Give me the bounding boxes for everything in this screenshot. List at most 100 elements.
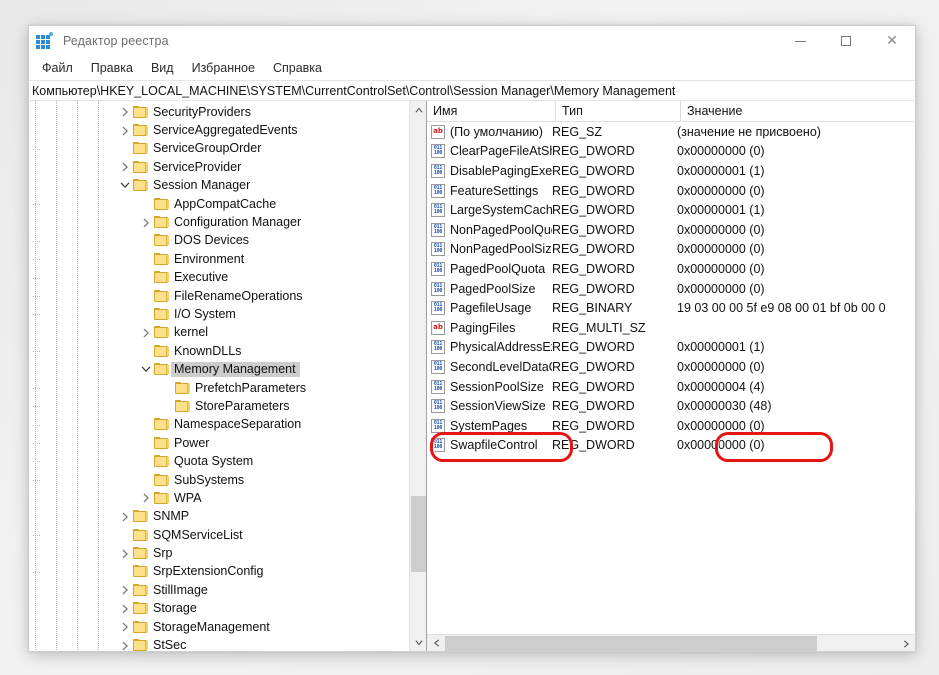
chevron-right-icon[interactable]: [138, 490, 154, 506]
menu-item-file[interactable]: Файл: [33, 58, 82, 79]
tree-item-label: NamespaceSeparation: [174, 417, 302, 432]
tree-item[interactable]: Quota System: [29, 452, 426, 470]
menu-item-help[interactable]: Справка: [264, 58, 331, 79]
tree-item-label: Executive: [174, 270, 229, 285]
tree-item[interactable]: Configuration Manager: [29, 213, 426, 231]
menu-item-favorites[interactable]: Избранное: [183, 58, 264, 79]
tree-item[interactable]: StSec: [29, 636, 426, 651]
chevron-down-icon[interactable]: [117, 178, 133, 194]
tree-item[interactable]: StorageManagement: [29, 618, 426, 636]
chevron-right-icon[interactable]: [138, 215, 154, 231]
value-row[interactable]: ab (По умолчанию) REG_SZ (значение не присв…: [427, 122, 915, 142]
values-horizontal-scrollbar[interactable]: [427, 634, 915, 651]
chevron-right-icon[interactable]: [117, 123, 133, 139]
column-header-type[interactable]: Тип: [556, 101, 681, 121]
chevron-right-icon[interactable]: [117, 619, 133, 635]
tree-item[interactable]: SrpExtensionConfig: [29, 563, 426, 581]
tree-item[interactable]: FileRenameOperations: [29, 287, 426, 305]
menu-item-view[interactable]: Вид: [142, 58, 183, 79]
tree-item[interactable]: I/O System: [29, 305, 426, 323]
address-bar[interactable]: Компьютер\HKEY_LOCAL_MACHINE\SYSTEM\Curr…: [29, 80, 915, 101]
value-row[interactable]: 011 100 SystemPages REG_DWORD 0x00000000 (0): [427, 416, 915, 436]
tree-scroll-thumb[interactable]: [411, 496, 426, 572]
value-name: PagedPoolSize: [450, 281, 536, 296]
binary-value-icon: 011 100: [431, 359, 445, 374]
tree-item[interactable]: Executive: [29, 269, 426, 287]
tree-item[interactable]: ServiceGroupOrder: [29, 140, 426, 158]
value-name: FeatureSettings: [450, 183, 539, 198]
scroll-right-arrow-icon[interactable]: [898, 635, 915, 651]
registry-tree[interactable]: SecurityProviders ServiceAggregatedEvents…: [29, 101, 426, 651]
tree-item[interactable]: Srp: [29, 544, 426, 562]
value-row[interactable]: 011 100 NonPagedPoolSize REG_DWORD 0x0000000…: [427, 240, 915, 260]
tree-item[interactable]: Environment: [29, 250, 426, 268]
tree-item[interactable]: PrefetchParameters: [29, 379, 426, 397]
value-name: SystemPages: [450, 418, 528, 433]
value-row[interactable]: 011 100 FeatureSettings REG_DWORD 0x00000000…: [427, 181, 915, 201]
folder-icon: [154, 455, 169, 468]
tree-item[interactable]: SubSystems: [29, 471, 426, 489]
chevron-right-icon[interactable]: [138, 325, 154, 341]
value-row[interactable]: 011 100 PagedPoolSize REG_DWORD 0x00000000 (…: [427, 279, 915, 299]
chevron-right-icon[interactable]: [117, 638, 133, 651]
chevron-right-icon[interactable]: [117, 104, 133, 120]
value-row[interactable]: 011 100 SessionViewSize REG_DWORD 0x00000030…: [427, 396, 915, 416]
tree-item[interactable]: SecurityProviders: [29, 103, 426, 121]
tree-item[interactable]: Session Manager: [29, 177, 426, 195]
tree-item-label: WPA: [174, 490, 202, 505]
tree-item[interactable]: SNMP: [29, 508, 426, 526]
tree-item[interactable]: KnownDLLs: [29, 342, 426, 360]
tree-item[interactable]: ServiceAggregatedEvents: [29, 121, 426, 139]
minimize-button[interactable]: [777, 26, 823, 56]
chevron-down-icon[interactable]: [138, 362, 154, 378]
chevron-right-icon[interactable]: [117, 509, 133, 525]
tree-item-selected[interactable]: Memory Management: [29, 360, 426, 378]
chevron-right-icon[interactable]: [117, 546, 133, 562]
tree-item[interactable]: kernel: [29, 324, 426, 342]
tree-item[interactable]: Power: [29, 434, 426, 452]
menu-item-edit[interactable]: Правка: [82, 58, 142, 79]
value-row[interactable]: 011 100 SwapfileControl REG_DWORD 0x00000000…: [427, 436, 915, 456]
tree-vertical-scrollbar[interactable]: [409, 101, 426, 651]
tree-item[interactable]: ServiceProvider: [29, 158, 426, 176]
value-name: NonPagedPoolQuota: [450, 222, 552, 237]
folder-icon: [133, 142, 148, 155]
value-name: PhysicalAddressExtension: [450, 340, 552, 355]
value-row[interactable]: 011100 ClearPageFileAtShutdownREG_DWORD 0x…: [427, 142, 915, 162]
tree-item[interactable]: AppCompatCache: [29, 195, 426, 213]
tree-item[interactable]: NamespaceSeparation: [29, 416, 426, 434]
value-row[interactable]: 011100 SecondLevelDataCacheREG_DWORD 0x000…: [427, 357, 915, 377]
value-row[interactable]: 011100 DisablePagingExecutiveREG_DWORD 0x0…: [427, 161, 915, 181]
value-row[interactable]: 011 100 LargeSystemCache REG_DWORD 0x0000000…: [427, 200, 915, 220]
close-button[interactable]: ✕: [869, 26, 915, 56]
value-row[interactable]: 011100PhysicalAddressExtensionREG_DWORD0…: [427, 338, 915, 358]
column-header-value[interactable]: Значение: [681, 101, 915, 121]
chevron-right-icon[interactable]: [117, 582, 133, 598]
tree-connector: [33, 306, 154, 322]
tree-item[interactable]: WPA: [29, 489, 426, 507]
tree-item[interactable]: StoreParameters: [29, 397, 426, 415]
values-list[interactable]: ab (По умолчанию) REG_SZ (значение не присв…: [427, 122, 915, 634]
chevron-right-icon[interactable]: [117, 159, 133, 175]
chevron-right-icon[interactable]: [117, 601, 133, 617]
tree-item[interactable]: DOS Devices: [29, 232, 426, 250]
scroll-down-arrow-icon[interactable]: [410, 634, 426, 651]
folder-icon: [154, 436, 169, 450]
tree-item[interactable]: Storage: [29, 600, 426, 618]
values-scroll-thumb[interactable]: [445, 636, 817, 651]
value-data: 0x00000004 (4): [677, 379, 765, 394]
value-name-cell: 011 100 NonPagedPoolSize: [427, 242, 552, 257]
folder-icon: [154, 271, 169, 284]
value-row[interactable]: ab PagingFiles REG_MULTI_SZ: [427, 318, 915, 338]
value-row[interactable]: 011 100 PagedPoolQuota REG_DWORD 0x00000000 …: [427, 259, 915, 279]
maximize-button[interactable]: [823, 26, 869, 56]
tree-item-label: ServiceGroupOrder: [153, 141, 262, 156]
value-row[interactable]: 011100 NonPagedPoolQuotaREG_DWORD 0x000000…: [427, 220, 915, 240]
scroll-left-arrow-icon[interactable]: [427, 635, 444, 652]
value-row[interactable]: 011 100 PagefileUsage REG_BINARY 19 03 00 00…: [427, 298, 915, 318]
value-row[interactable]: 011 100 SessionPoolSize REG_DWORD 0x00000004…: [427, 377, 915, 397]
column-header-name[interactable]: Имя: [427, 101, 556, 121]
scroll-up-arrow-icon[interactable]: [410, 101, 426, 118]
tree-item[interactable]: SQMServiceList: [29, 526, 426, 544]
tree-item[interactable]: StillImage: [29, 581, 426, 599]
